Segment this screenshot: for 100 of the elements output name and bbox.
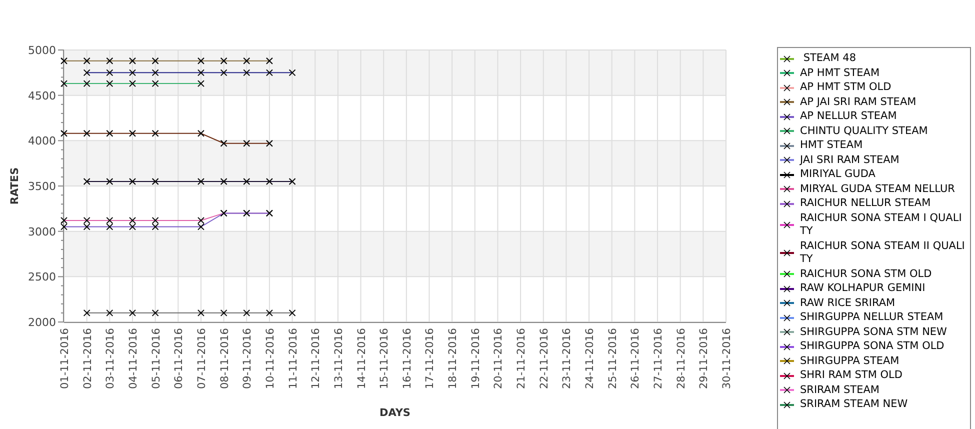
x-tick-label: 29-11-2016 [698,328,710,390]
x-tick-label: 04-11-2016 [127,328,140,390]
data-point [106,80,114,88]
data-point [83,178,90,185]
legend-label: SHIRGUPPA SONA STM OLD [800,340,946,354]
data-point [197,309,204,316]
x-tick-label: 26-11-2016 [630,328,642,390]
y-tick-label: 4000 [28,134,56,148]
data-point [106,309,114,316]
data-point [197,80,204,88]
x-tick-label: 17-11-2016 [424,328,436,390]
x-tick-label: 07-11-2016 [196,328,208,390]
data-point [128,69,136,76]
legend-label: CHINTU QUALITY STEAM [800,124,929,138]
data-point [243,69,250,76]
legend-label: MIRIYAL GUDA [800,168,876,182]
x-tick-label: 10-11-2016 [264,328,276,390]
legend-label: STEAM 48 [802,52,857,66]
x-tick-label: 23-11-2016 [561,328,574,390]
x-tick-label: 03-11-2016 [104,328,117,390]
x-tick-label: 18-11-2016 [447,328,460,390]
data-point [197,57,204,64]
data-point [152,69,159,76]
legend-label: JAI SRI RAM STEAM [800,154,900,167]
x-tick-label: 27-11-2016 [652,328,665,390]
y-tick-label: 5000 [28,44,56,57]
data-point [152,309,159,316]
data-point [83,69,90,76]
data-point [152,178,159,185]
x-tick-label: 02-11-2016 [82,328,94,390]
data-point [128,130,136,137]
y-axis-title: RATES [9,167,21,205]
x-tick-label: 01-11-2016 [59,328,71,390]
data-point [128,57,136,64]
legend-label: SHIRGUPPA NELLUR STEAM [800,311,944,324]
data-point [128,178,136,185]
data-point [266,178,273,185]
data-point [288,178,296,185]
legend-label: HMT STEAM [800,139,864,152]
data-point [220,69,228,76]
data-point [152,130,159,137]
y-tick-label: 3500 [28,180,56,193]
data-point [243,140,250,147]
data-point [106,57,114,64]
data-point [128,80,136,88]
data-point [60,80,68,88]
legend-label: SRIRAM STEAM NEW [800,398,909,412]
data-point [220,57,228,64]
data-point [220,178,228,185]
x-tick-label: 14-11-2016 [356,328,368,390]
x-tick-label: 15-11-2016 [378,328,391,390]
data-point [152,57,159,64]
legend-label: RAICHUR NELLUR STEAM [800,197,932,210]
x-tick-label: 12-11-2016 [310,328,322,390]
data-point [197,69,204,76]
legend-label: RAICHUR SONA STM OLD [800,268,933,281]
x-tick-label: 13-11-2016 [332,328,345,390]
legend-label: AP NELLUR STEAM [800,110,898,124]
data-point [266,140,273,147]
y-tick-label: 4500 [28,89,56,102]
x-tick-label: 24-11-2016 [584,328,596,390]
data-point [106,178,114,185]
data-point [197,130,204,137]
legend-label: AP HMT STM OLD [800,81,892,94]
y-tick-label: 2500 [28,270,56,284]
x-tick-label: 05-11-2016 [150,328,162,390]
data-point [266,69,273,76]
legend-label: AP JAI SRI RAM STEAM [800,96,918,109]
y-tick-label: 3000 [28,225,56,238]
legend-label: AP HMT STEAM [800,66,881,80]
x-tick-label: 22-11-2016 [538,328,550,390]
data-point [197,178,204,185]
data-point [128,309,136,316]
data-point [106,69,114,76]
legend-label: MIRYAL GUDA STEAM NELLUR [800,182,956,196]
y-tick-label: 2000 [28,316,56,329]
x-tick-label: 11-11-2016 [287,328,300,390]
data-point [83,130,90,137]
legend-label: SHIRGUPPA STEAM [800,354,900,368]
legend-label: SHRI RAM STM OLD [800,369,904,382]
data-point [220,140,228,147]
x-tick-label: 08-11-2016 [218,328,231,390]
data-point [83,80,90,88]
legend-label: RAW RICE SRIRAM [800,296,896,310]
data-point [243,57,250,64]
x-axis-title: DAYS [380,407,410,419]
data-point [243,309,250,316]
data-point [106,130,114,137]
x-tick-label: 09-11-2016 [242,328,254,390]
x-tick-label: 21-11-2016 [516,328,528,390]
data-point [288,309,296,316]
data-point [83,309,90,316]
x-tick-label: 28-11-2016 [675,328,688,390]
legend-label: RAICHUR SONA STEAM I QUALITY [800,212,963,238]
data-point [60,130,68,137]
data-point [152,80,159,88]
x-tick-label: 30-11-2016 [721,328,733,390]
x-tick-label: 20-11-2016 [492,328,505,390]
data-point [220,309,228,316]
x-tick-label: 06-11-2016 [173,328,186,390]
